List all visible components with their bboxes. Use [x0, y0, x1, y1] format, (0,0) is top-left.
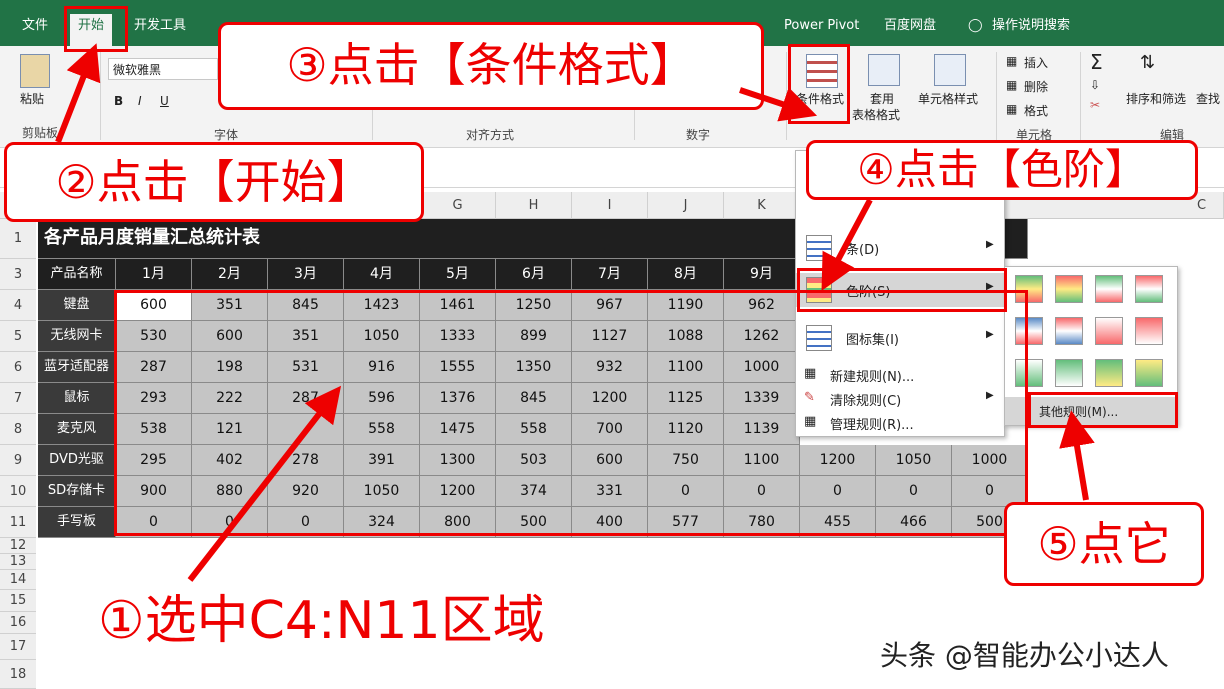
arrow-to-home-tab	[55, 43, 101, 144]
arrow-to-color-scales	[821, 198, 873, 291]
watermark: 头条 @智能办公小达人	[880, 639, 1169, 672]
arrow-to-selection	[187, 385, 342, 582]
arrow-to-conditional-format	[739, 87, 818, 122]
annotation-arrows	[55, 43, 1095, 582]
arrow-to-more-rules	[1059, 410, 1095, 501]
